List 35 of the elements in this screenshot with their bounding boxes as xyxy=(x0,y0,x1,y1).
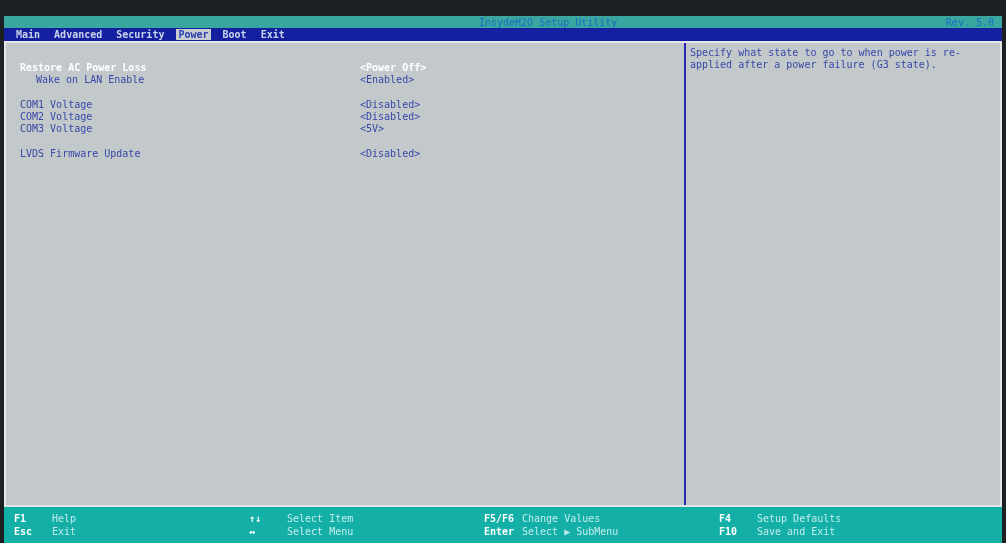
key-action: Select Item xyxy=(287,513,354,524)
key-action: Select Menu xyxy=(287,526,354,537)
key-label: ↑↓ xyxy=(249,513,263,524)
key-action: Exit xyxy=(52,526,77,537)
setting-label[interactable]: Wake on LAN Enable xyxy=(20,73,360,85)
key-action: Help xyxy=(52,513,77,524)
menu-tab[interactable]: Main xyxy=(14,29,43,40)
setting-value[interactable]: <Disabled> xyxy=(360,110,421,122)
setting-label[interactable]: COM1 Voltage xyxy=(20,98,360,110)
menu-tab[interactable]: Advanced xyxy=(52,29,105,40)
menu-tab[interactable]: Power xyxy=(176,29,211,40)
help-text: Specify what state to go to when power is re-applied after a power failure (G3 state). xyxy=(690,47,962,71)
key-label: F1 xyxy=(14,513,28,524)
menu-tab[interactable]: Security xyxy=(114,29,167,40)
setting-value[interactable]: <5V> xyxy=(360,122,385,134)
revision-label: Rev. 5.0 xyxy=(945,16,994,28)
setting-value[interactable]: <Disabled> xyxy=(360,98,421,110)
key-label: F5/F6 xyxy=(484,513,516,524)
setting-label[interactable]: COM2 Voltage xyxy=(20,110,360,122)
key-action: Select ▶ SubMenu xyxy=(522,526,619,537)
setting-value[interactable]: <Enabled> xyxy=(360,73,415,85)
key-label: F10 xyxy=(719,526,739,537)
setting-value[interactable]: <Disabled> xyxy=(360,147,421,159)
key-label: Enter xyxy=(484,526,516,537)
window-title: InsydeH2O Setup Utility xyxy=(478,16,619,28)
setting-label[interactable]: LVDS Firmware Update xyxy=(20,147,360,159)
menu-tab[interactable]: Exit xyxy=(258,29,287,40)
menu-tab[interactable]: Boot xyxy=(220,29,249,40)
key-label: ↔ xyxy=(249,526,257,537)
key-action: Setup Defaults xyxy=(757,513,842,524)
key-action: Save and Exit xyxy=(757,526,836,537)
setting-label[interactable]: COM3 Voltage xyxy=(20,122,360,134)
key-label: Esc xyxy=(14,526,34,537)
key-action: Change Values xyxy=(522,513,601,524)
key-label: F4 xyxy=(719,513,733,524)
